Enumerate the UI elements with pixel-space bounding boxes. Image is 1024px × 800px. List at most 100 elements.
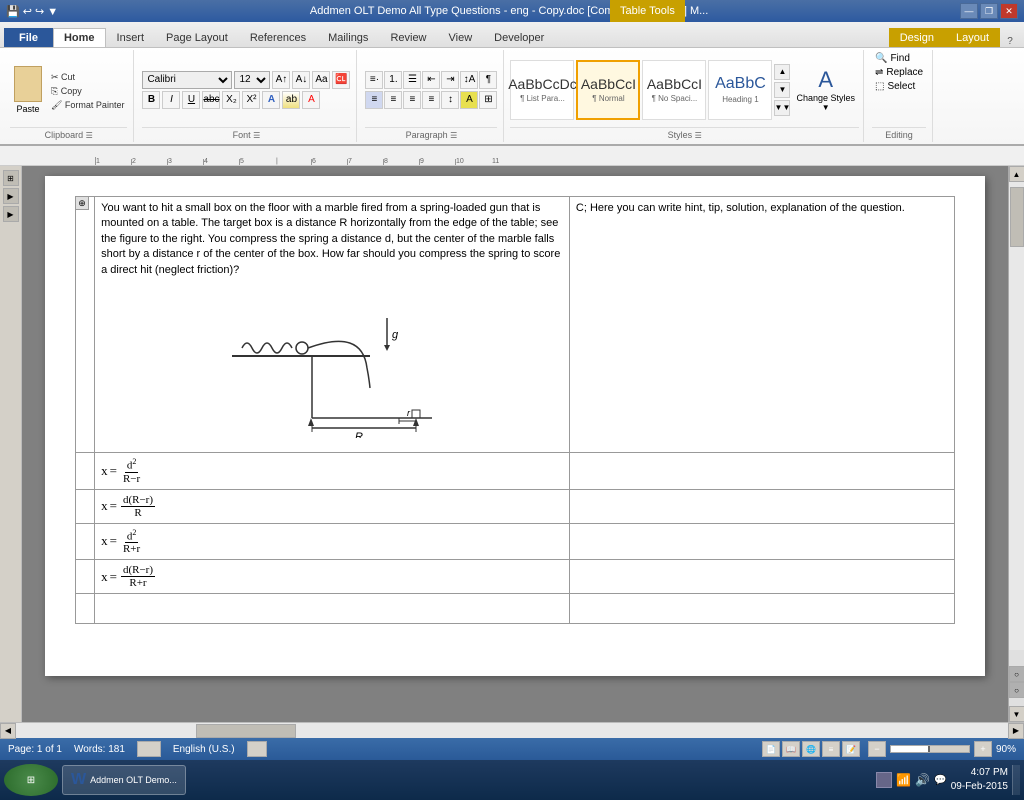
zoom-controls[interactable]: − + 90% (868, 741, 1016, 757)
find-button[interactable]: 🔍 Find (872, 52, 926, 65)
tab-view[interactable]: View (438, 28, 484, 47)
scroll-page-up[interactable]: ○ (1009, 666, 1024, 682)
tab-table-tools-design[interactable]: Design (889, 28, 945, 47)
styles-scroll[interactable]: ▲ ▼ ▼▼ (774, 64, 790, 116)
formula-row-3-answer[interactable] (569, 523, 954, 560)
scroll-page-down[interactable]: ○ (1009, 682, 1024, 698)
spell-check-icon[interactable] (137, 741, 161, 757)
formula-cell-4[interactable]: x = d(R−r) R+r (95, 560, 570, 594)
word-taskbar-item[interactable]: W Addmen OLT Demo... (62, 765, 186, 795)
tab-insert[interactable]: Insert (106, 28, 156, 47)
subscript-button[interactable]: X₂ (222, 91, 240, 109)
minimize-button[interactable]: — (960, 3, 978, 19)
numbering-button[interactable]: 1. (384, 71, 402, 89)
strikethrough-button[interactable]: abc (202, 91, 220, 109)
style-heading1[interactable]: AaBbC Heading 1 (708, 60, 772, 120)
italic-button[interactable]: I (162, 91, 180, 109)
question-cell-1[interactable]: You want to hit a small box on the floor… (95, 197, 570, 453)
volume-icon[interactable]: 🔊 (915, 773, 930, 787)
replace-button[interactable]: ⇌ Replace (872, 66, 926, 79)
justify-button[interactable]: ≡ (422, 91, 440, 109)
start-button[interactable]: ⊞ (4, 764, 58, 796)
answer-cell-1[interactable]: C; Here you can write hint, tip, solutio… (569, 197, 954, 453)
font-family-select[interactable]: Calibri (142, 71, 232, 89)
cut-button[interactable]: ✂ Cut (48, 71, 127, 84)
scroll-track[interactable] (1009, 182, 1024, 650)
align-center-button[interactable]: ≡ (384, 91, 402, 109)
formula-row-1-answer[interactable] (569, 452, 954, 489)
document-view-icon[interactable] (247, 741, 267, 757)
text-effects-button[interactable]: A (262, 91, 280, 109)
change-styles-button[interactable]: A Change Styles ▼ (792, 65, 859, 114)
zoom-slider[interactable] (890, 745, 970, 753)
style-list-para[interactable]: AaBbCcDc ¶ List Para... (510, 60, 574, 120)
formula-cell-1[interactable]: x = d2 R−r (95, 452, 570, 489)
paste-button[interactable]: Paste (10, 64, 46, 116)
notification-icon[interactable]: 💬 (934, 775, 946, 786)
table-move-handle[interactable]: ⊕ (75, 196, 89, 210)
change-case-button[interactable]: Aа (312, 71, 330, 89)
horizontal-scrollbar[interactable]: ◀ ▶ (0, 722, 1024, 738)
borders-button[interactable]: ⊞ (479, 91, 497, 109)
right-scrollbar[interactable]: ▲ ○ ○ ▼ (1008, 166, 1024, 722)
tab-home[interactable]: Home (53, 28, 106, 47)
scroll-right-button[interactable]: ▶ (1008, 723, 1024, 739)
styles-scroll-up[interactable]: ▲ (774, 64, 790, 80)
print-layout-btn[interactable]: 📄 (762, 741, 780, 757)
tab-review[interactable]: Review (379, 28, 437, 47)
styles-scroll-down[interactable]: ▼ (774, 82, 790, 98)
copy-button[interactable]: ⎘ Copy (48, 85, 127, 98)
scroll-left-button[interactable]: ◀ (0, 723, 16, 739)
align-left-button[interactable]: ≡ (365, 91, 383, 109)
h-scroll-thumb[interactable] (196, 724, 296, 738)
bullets-button[interactable]: ≡· (365, 71, 383, 89)
doc-scroll-area[interactable]: ⊕ 1 You want to hit a small box on the f… (22, 166, 1008, 722)
left-tool-3[interactable]: ▶ (3, 206, 19, 222)
outline-btn[interactable]: ≡ (822, 741, 840, 757)
select-button[interactable]: ⬚ Select (872, 80, 926, 93)
draft-btn[interactable]: 📝 (842, 741, 860, 757)
increase-indent-button[interactable]: ⇥ (441, 71, 459, 89)
multilevel-list-button[interactable]: ☰ (403, 71, 421, 89)
tab-table-tools-layout[interactable]: Layout (945, 28, 1000, 47)
font-size-select[interactable]: 12 (234, 71, 270, 89)
formula-row-5-answer[interactable] (569, 594, 954, 624)
scroll-down-button[interactable]: ▼ (1009, 706, 1024, 722)
shading-button[interactable]: A (460, 91, 478, 109)
formula-cell-3[interactable]: x = d2 R+r (95, 523, 570, 560)
view-buttons[interactable]: 📄 📖 🌐 ≡ 📝 (762, 741, 860, 757)
show-desktop-icon[interactable] (876, 772, 892, 788)
zoom-in-button[interactable]: + (974, 741, 992, 757)
shrink-font-button[interactable]: A↓ (292, 71, 310, 89)
bold-button[interactable]: B (142, 91, 160, 109)
close-button[interactable]: ✕ (1000, 3, 1018, 19)
maximize-button[interactable]: ❐ (980, 3, 998, 19)
font-color-button[interactable]: A (302, 91, 320, 109)
document-page[interactable]: ⊕ 1 You want to hit a small box on the f… (45, 176, 985, 676)
scroll-thumb[interactable] (1010, 187, 1024, 247)
align-right-button[interactable]: ≡ (403, 91, 421, 109)
web-layout-btn[interactable]: 🌐 (802, 741, 820, 757)
h-scroll-track[interactable] (16, 723, 1008, 738)
formula-cell-2[interactable]: x = d(R−r) R (95, 489, 570, 523)
tab-file[interactable]: File (4, 28, 53, 47)
sort-button[interactable]: ↕A (460, 71, 478, 89)
style-normal[interactable]: AaBbCcI ¶ Normal (576, 60, 640, 120)
clear-format-button[interactable]: 🆑 (332, 71, 350, 89)
network-icon[interactable]: 📶 (896, 773, 911, 787)
tab-developer[interactable]: Developer (483, 28, 555, 47)
highlight-button[interactable]: ab (282, 91, 300, 109)
system-clock[interactable]: 4:07 PM 09-Feb-2015 (951, 766, 1008, 794)
full-reading-btn[interactable]: 📖 (782, 741, 800, 757)
styles-expand[interactable]: ▼▼ (774, 100, 790, 116)
tab-references[interactable]: References (239, 28, 317, 47)
formula-row-2-answer[interactable] (569, 489, 954, 523)
superscript-button[interactable]: X² (242, 91, 260, 109)
tab-page-layout[interactable]: Page Layout (155, 28, 239, 47)
tab-mailings[interactable]: Mailings (317, 28, 379, 47)
grow-font-button[interactable]: A↑ (272, 71, 290, 89)
show-desktop-button[interactable] (1012, 765, 1020, 795)
left-tool-2[interactable]: ▶ (3, 188, 19, 204)
line-spacing-button[interactable]: ↕ (441, 91, 459, 109)
underline-button[interactable]: U (182, 91, 200, 109)
